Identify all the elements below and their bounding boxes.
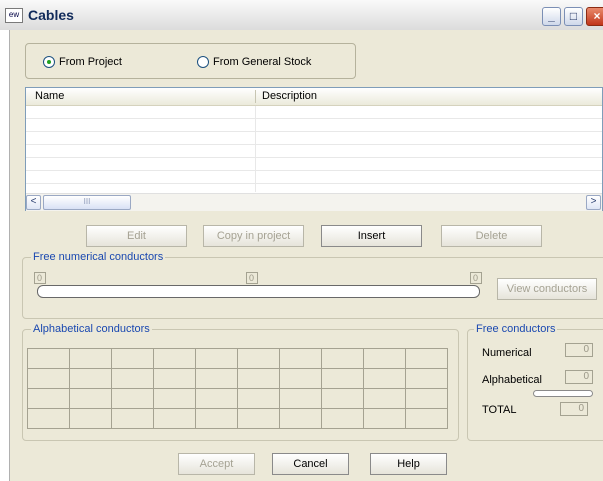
- numerical-count-value: 0: [565, 343, 593, 357]
- total-count-label: TOTAL: [482, 404, 517, 416]
- grid-cell[interactable]: [69, 388, 112, 409]
- numerical-conductors-bar: [37, 285, 480, 298]
- free-conductors-label: Free conductors: [474, 323, 558, 335]
- column-header-description[interactable]: Description: [262, 90, 317, 102]
- grid-cell[interactable]: [279, 348, 322, 369]
- minimize-icon: _: [548, 9, 555, 23]
- grid-cell[interactable]: [27, 408, 70, 429]
- grid-cell[interactable]: [321, 348, 364, 369]
- grid-row: [27, 388, 448, 409]
- title-bar[interactable]: ew Cables _ □ ×: [0, 0, 603, 31]
- cables-list[interactable]: Name Description < III >: [25, 87, 603, 211]
- column-divider: [255, 106, 256, 192]
- grid-cell[interactable]: [321, 408, 364, 429]
- list-row[interactable]: [26, 144, 602, 145]
- numerical-mid-value: 0: [246, 272, 258, 284]
- grid-cell[interactable]: [321, 388, 364, 409]
- grid-cell[interactable]: [195, 348, 238, 369]
- insert-button[interactable]: Insert: [321, 225, 422, 247]
- copy-in-project-button[interactable]: Copy in project: [203, 225, 304, 247]
- grid-cell[interactable]: [237, 388, 280, 409]
- alphabetical-conductors-grid: [27, 348, 448, 429]
- grid-cell[interactable]: [153, 368, 196, 389]
- grid-row: [27, 348, 448, 369]
- grid-cell[interactable]: [153, 348, 196, 369]
- window-title: Cables: [28, 7, 74, 23]
- window-left-edge: [0, 30, 10, 481]
- grid-cell[interactable]: [363, 408, 406, 429]
- grid-cell[interactable]: [111, 368, 154, 389]
- numerical-end-value: 0: [470, 272, 482, 284]
- accept-button[interactable]: Accept: [178, 453, 255, 475]
- list-row[interactable]: [26, 157, 602, 158]
- from-general-stock-label[interactable]: From General Stock: [213, 56, 311, 68]
- alphabetical-count-value: 0: [565, 370, 593, 384]
- scroll-thumb[interactable]: III: [43, 195, 131, 210]
- grid-cell[interactable]: [111, 408, 154, 429]
- close-button[interactable]: ×: [586, 7, 603, 26]
- edit-button[interactable]: Edit: [86, 225, 187, 247]
- alphabetical-conductors-label: Alphabetical conductors: [31, 323, 152, 335]
- grid-cell[interactable]: [27, 388, 70, 409]
- free-numerical-conductors-label: Free numerical conductors: [31, 251, 166, 263]
- maximize-icon: □: [569, 9, 578, 23]
- grid-cell[interactable]: [27, 348, 70, 369]
- cables-window: ew Cables _ □ × From Project From Genera…: [0, 0, 603, 481]
- numerical-start-value: 0: [34, 272, 46, 284]
- grid-cell[interactable]: [69, 368, 112, 389]
- horizontal-scrollbar[interactable]: < III >: [26, 193, 602, 211]
- grid-cell[interactable]: [111, 348, 154, 369]
- list-header: Name Description: [26, 88, 602, 106]
- grid-cell[interactable]: [153, 408, 196, 429]
- grid-cell[interactable]: [195, 368, 238, 389]
- numerical-count-label: Numerical: [482, 347, 532, 359]
- cancel-button[interactable]: Cancel: [272, 453, 349, 475]
- minimize-button[interactable]: _: [542, 7, 561, 26]
- grid-cell[interactable]: [363, 388, 406, 409]
- grid-cell[interactable]: [279, 388, 322, 409]
- alphabetical-count-label: Alphabetical: [482, 374, 542, 386]
- grid-cell[interactable]: [279, 408, 322, 429]
- grid-row: [27, 408, 448, 429]
- close-icon: ×: [593, 9, 601, 23]
- list-row[interactable]: [26, 118, 602, 119]
- grid-cell[interactable]: [405, 348, 448, 369]
- grid-cell[interactable]: [363, 348, 406, 369]
- grid-cell[interactable]: [237, 408, 280, 429]
- grid-cell[interactable]: [405, 388, 448, 409]
- from-general-stock-radio[interactable]: [197, 56, 209, 68]
- radio-selected-dot: [47, 60, 51, 64]
- scroll-right-button[interactable]: >: [586, 195, 601, 210]
- list-row[interactable]: [26, 183, 602, 184]
- view-conductors-button[interactable]: View conductors: [497, 278, 597, 300]
- app-icon: ew: [5, 8, 23, 23]
- grid-cell[interactable]: [363, 368, 406, 389]
- grid-cell[interactable]: [405, 408, 448, 429]
- grid-cell[interactable]: [279, 368, 322, 389]
- grid-cell[interactable]: [27, 368, 70, 389]
- total-count-value: 0: [560, 402, 588, 416]
- grid-cell[interactable]: [69, 348, 112, 369]
- from-project-radio[interactable]: [43, 56, 55, 68]
- grid-row: [27, 368, 448, 389]
- column-header-name[interactable]: Name: [35, 90, 64, 102]
- grid-cell[interactable]: [111, 388, 154, 409]
- grid-cell[interactable]: [237, 348, 280, 369]
- grid-cell[interactable]: [195, 388, 238, 409]
- free-conductors-bar: [533, 390, 593, 397]
- grid-cell[interactable]: [405, 368, 448, 389]
- list-row[interactable]: [26, 131, 602, 132]
- grid-cell[interactable]: [195, 408, 238, 429]
- grid-cell[interactable]: [237, 368, 280, 389]
- grid-cell[interactable]: [69, 408, 112, 429]
- scroll-left-button[interactable]: <: [26, 195, 41, 210]
- grid-cell[interactable]: [321, 368, 364, 389]
- grid-cell[interactable]: [153, 388, 196, 409]
- maximize-button[interactable]: □: [564, 7, 583, 26]
- list-row[interactable]: [26, 170, 602, 171]
- delete-button[interactable]: Delete: [441, 225, 542, 247]
- from-project-label[interactable]: From Project: [59, 56, 122, 68]
- help-button[interactable]: Help: [370, 453, 447, 475]
- column-separator[interactable]: [255, 90, 256, 103]
